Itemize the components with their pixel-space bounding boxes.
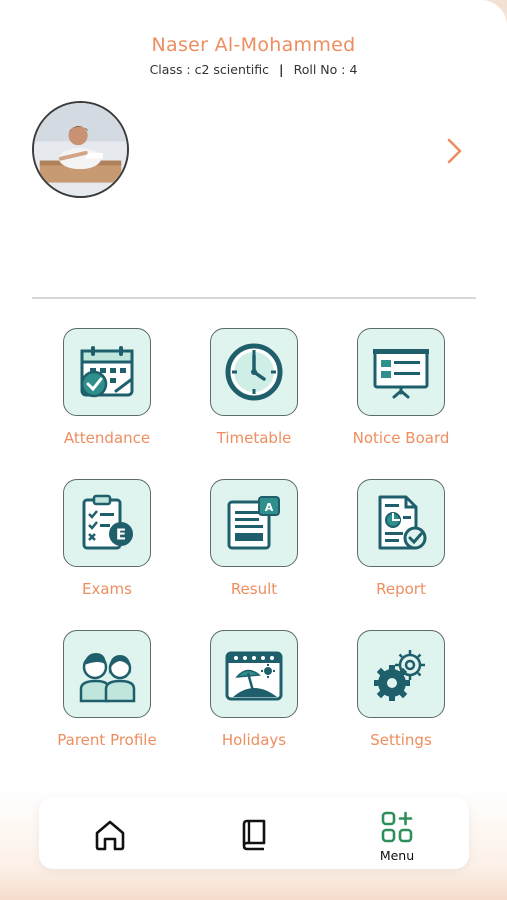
holiday-calendar-icon bbox=[225, 651, 283, 701]
menu-item-settings[interactable]: Settings bbox=[326, 630, 476, 749]
parent-profile-tile[interactable] bbox=[63, 630, 151, 718]
student-roll: Roll No : 4 bbox=[293, 62, 358, 77]
exams-tile[interactable]: E bbox=[63, 479, 151, 567]
meta-separator: | bbox=[279, 62, 284, 77]
student-photo bbox=[34, 103, 127, 196]
attendance-tile[interactable] bbox=[63, 328, 151, 416]
student-avatar[interactable] bbox=[32, 101, 129, 198]
nav-menu-button[interactable]: Menu bbox=[347, 797, 447, 869]
menu-item-result[interactable]: A Result bbox=[179, 479, 329, 598]
report-label: Report bbox=[376, 580, 426, 598]
exams-label: Exams bbox=[82, 580, 132, 598]
report-tile[interactable] bbox=[357, 479, 445, 567]
student-header: Naser Al-Mohammed Class : c2 scientific |… bbox=[0, 34, 507, 77]
exam-checklist-icon: E bbox=[82, 494, 133, 550]
result-tile[interactable]: A bbox=[210, 479, 298, 567]
home-icon bbox=[95, 820, 125, 851]
parent-profile-label: Parent Profile bbox=[57, 731, 157, 749]
settings-tile[interactable] bbox=[357, 630, 445, 718]
notice-board-tile[interactable] bbox=[357, 328, 445, 416]
student-meta: Class : c2 scientific | Roll No : 4 bbox=[0, 62, 507, 77]
clock-icon bbox=[225, 343, 283, 401]
report-document-icon bbox=[378, 495, 427, 550]
menu-item-attendance[interactable]: Attendance bbox=[32, 328, 182, 447]
nav-book-button[interactable] bbox=[204, 797, 304, 869]
section-divider bbox=[32, 297, 476, 299]
nav-home-button[interactable] bbox=[60, 797, 160, 869]
menu-grid-icon bbox=[381, 811, 413, 843]
student-name: Naser Al-Mohammed bbox=[151, 34, 356, 56]
menu-item-exams[interactable]: E Exams bbox=[32, 479, 182, 598]
app-screen: Naser Al-Mohammed Class : c2 scientific |… bbox=[0, 0, 507, 900]
attendance-label: Attendance bbox=[63, 429, 151, 447]
settings-label: Settings bbox=[370, 731, 432, 749]
student-class: Class : c2 scientific bbox=[149, 62, 270, 77]
timetable-label: Timetable bbox=[216, 429, 292, 447]
result-document-icon: A bbox=[227, 496, 280, 550]
menu-item-report[interactable]: Report bbox=[326, 479, 476, 598]
result-label: Result bbox=[230, 580, 278, 598]
timetable-tile[interactable] bbox=[210, 328, 298, 416]
profile-next-button[interactable] bbox=[440, 134, 470, 168]
book-icon bbox=[242, 819, 266, 851]
attendance-calendar-icon bbox=[80, 346, 134, 398]
menu-item-holidays[interactable]: Holidays bbox=[179, 630, 329, 749]
menu-item-notice-board[interactable]: Notice Board bbox=[326, 328, 476, 447]
parents-icon bbox=[79, 653, 136, 703]
menu-item-timetable[interactable]: Timetable bbox=[179, 328, 329, 447]
menu-item-parent-profile[interactable]: Parent Profile bbox=[32, 630, 182, 749]
bottom-navigation: Menu bbox=[39, 797, 469, 869]
holidays-label: Holidays bbox=[221, 731, 287, 749]
gears-icon bbox=[374, 650, 425, 701]
svg-text:E: E bbox=[116, 526, 126, 544]
holidays-tile[interactable] bbox=[210, 630, 298, 718]
notice-board-label: Notice Board bbox=[352, 429, 450, 447]
notice-board-icon bbox=[373, 349, 429, 399]
nav-menu-label: Menu bbox=[379, 848, 415, 863]
chevron-right-icon bbox=[447, 138, 462, 164]
svg-text:A: A bbox=[265, 501, 274, 514]
